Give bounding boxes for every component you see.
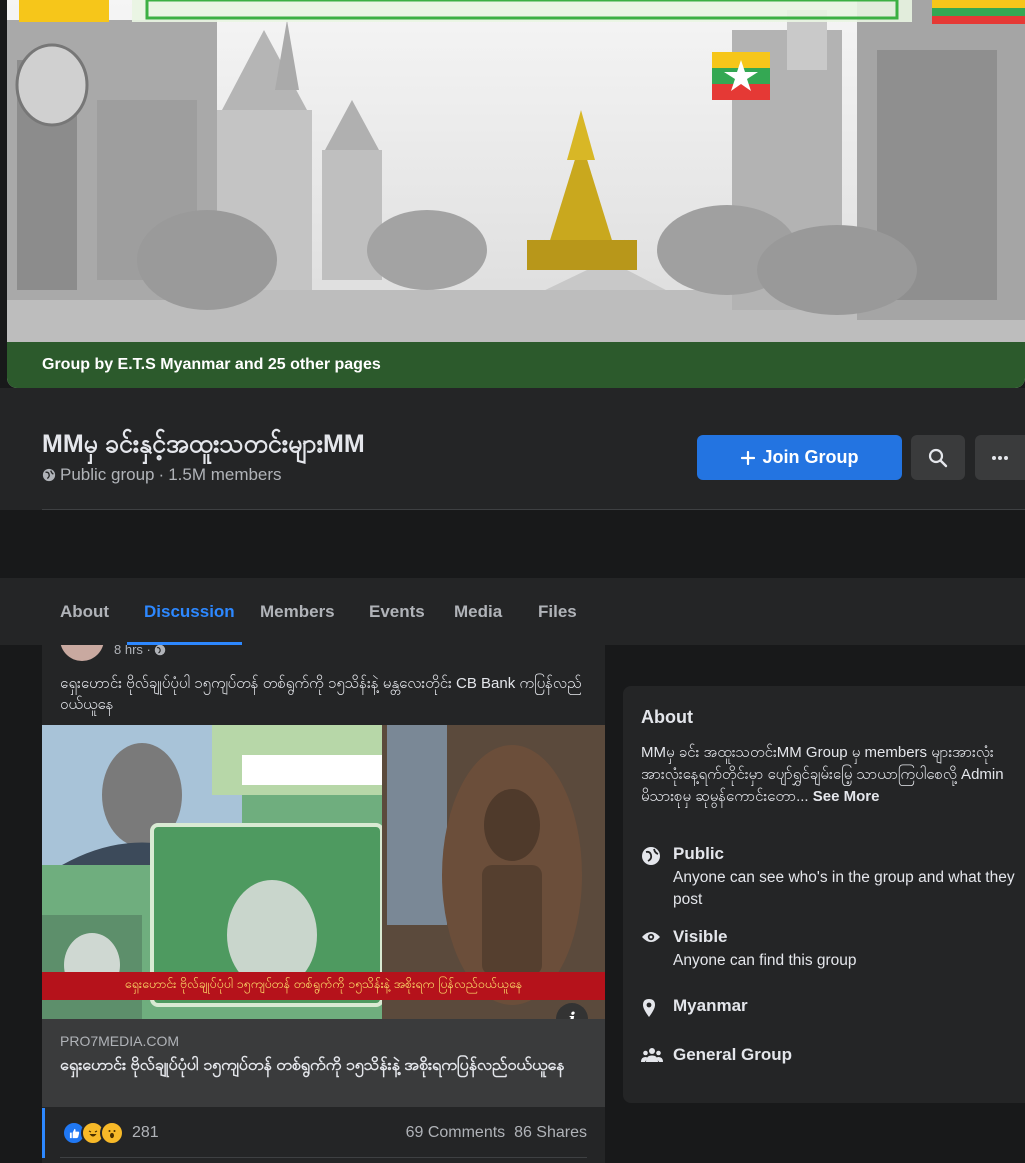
about-item-public: Public Anyone can see who's in the group… (641, 844, 1018, 911)
globe-icon (42, 468, 56, 482)
tab-events[interactable]: Events (369, 578, 425, 645)
reactions-row: 281 69 Comments 86 Shares (42, 1108, 605, 1158)
plus-icon (740, 450, 755, 465)
post-time-text: 8 hrs · (114, 645, 151, 657)
search-icon (928, 448, 948, 468)
group-header: MMမှ ခင်းနှင့်အထူးသတင်းများMM Public gro… (0, 388, 1025, 510)
eye-icon (641, 927, 673, 972)
about-heading: About (641, 707, 693, 727)
group-members-count[interactable]: 1.5M members (168, 465, 281, 485)
cover-caption-bar: Group by E.T.S Myanmar and 25 other page… (7, 342, 1025, 388)
comments-count[interactable]: 69 Comments (406, 1124, 506, 1141)
cover-caption-text[interactable]: Group by E.T.S Myanmar and 25 other page… (42, 356, 381, 374)
group-privacy[interactable]: Public group (60, 465, 155, 485)
people-icon (641, 1045, 673, 1065)
about-item-location: Myanmar (641, 996, 748, 1018)
shares-count[interactable]: 86 Shares (514, 1124, 587, 1141)
more-icon (991, 455, 1009, 461)
engagement-summary: 69 Comments 86 Shares (406, 1124, 587, 1142)
about-item-title: General Group (673, 1045, 793, 1064)
about-item-title[interactable]: Myanmar (673, 996, 748, 1016)
about-item-subtitle: Anyone can find this group (673, 952, 857, 969)
post-timestamp[interactable]: 8 hrs · (114, 645, 166, 657)
focus-indicator (42, 1108, 45, 1158)
feed-post: 8 hrs · ရှေးဟောင်း ဗိုလ်ချုပ်ပုံပါ ၁၅ကျပ… (42, 645, 605, 1163)
globe-icon (154, 645, 166, 656)
about-item-title: Visible (673, 927, 728, 946)
globe-icon (641, 844, 673, 911)
about-card: About MMမှ ခင်း အထူးသတင်းMM Group မှ mem… (623, 686, 1025, 1103)
avatar[interactable] (60, 645, 104, 661)
cover-photo[interactable]: Group by E.T.S Myanmar and 25 other page… (7, 0, 1025, 388)
post-divider (60, 1157, 587, 1158)
group-tabs: About Discussion Members Events Media Fi… (0, 578, 1025, 645)
join-group-label: Join Group (762, 447, 859, 467)
link-domain: PRO7MEDIA.COM (60, 1033, 180, 1049)
more-options-button[interactable] (975, 435, 1025, 480)
header-divider (42, 509, 1025, 510)
group-meta: Public group · 1.5M members (42, 465, 282, 485)
about-description: MMမှ ခင်း အထူးသတင်းMM Group မှ members မ… (641, 742, 1013, 808)
about-item-subtitle: Anyone can see who's in the group and wh… (673, 869, 1015, 908)
tab-members[interactable]: Members (260, 578, 335, 645)
reaction-count[interactable]: 281 (132, 1124, 159, 1142)
wow-reaction-icon (100, 1121, 124, 1145)
tab-discussion[interactable]: Discussion (144, 578, 235, 645)
about-item-group-type: General Group (641, 1045, 792, 1065)
search-button[interactable] (911, 435, 965, 480)
post-image-banner: ရှေးဟောင်း ဗိုလ်ချုပ်ပုံပါ ၁၅ကျပ်တန် တစ်… (42, 972, 605, 1000)
link-preview[interactable]: PRO7MEDIA.COM ရှေးဟောင်း ဗိုလ်ချုပ်ပုံပါ… (42, 1019, 605, 1107)
reaction-icons[interactable] (62, 1121, 124, 1145)
cover-image (7, 0, 1025, 342)
group-title: MMမှ ခင်းနှင့်အထူးသတင်းများMM (42, 430, 365, 458)
join-group-button[interactable]: Join Group (697, 435, 902, 480)
about-item-title: Public (673, 844, 725, 863)
meta-separator: · (158, 465, 165, 484)
tab-about[interactable]: About (60, 578, 109, 645)
link-title: ရှေးဟောင်း ဗိုလ်ချုပ်ပုံပါ ၁၅ကျပ်တန် တစ်… (60, 1057, 565, 1074)
tab-media[interactable]: Media (454, 578, 502, 645)
post-text: ရှေးဟောင်း ဗိုလ်ချုပ်ပုံပါ ၁၅ကျပ်တန် တစ်… (60, 675, 582, 713)
see-more-link[interactable]: See More (813, 788, 880, 805)
tab-files[interactable]: Files (538, 578, 577, 645)
about-item-visible: Visible Anyone can find this group (641, 927, 1018, 972)
location-icon (641, 996, 673, 1018)
